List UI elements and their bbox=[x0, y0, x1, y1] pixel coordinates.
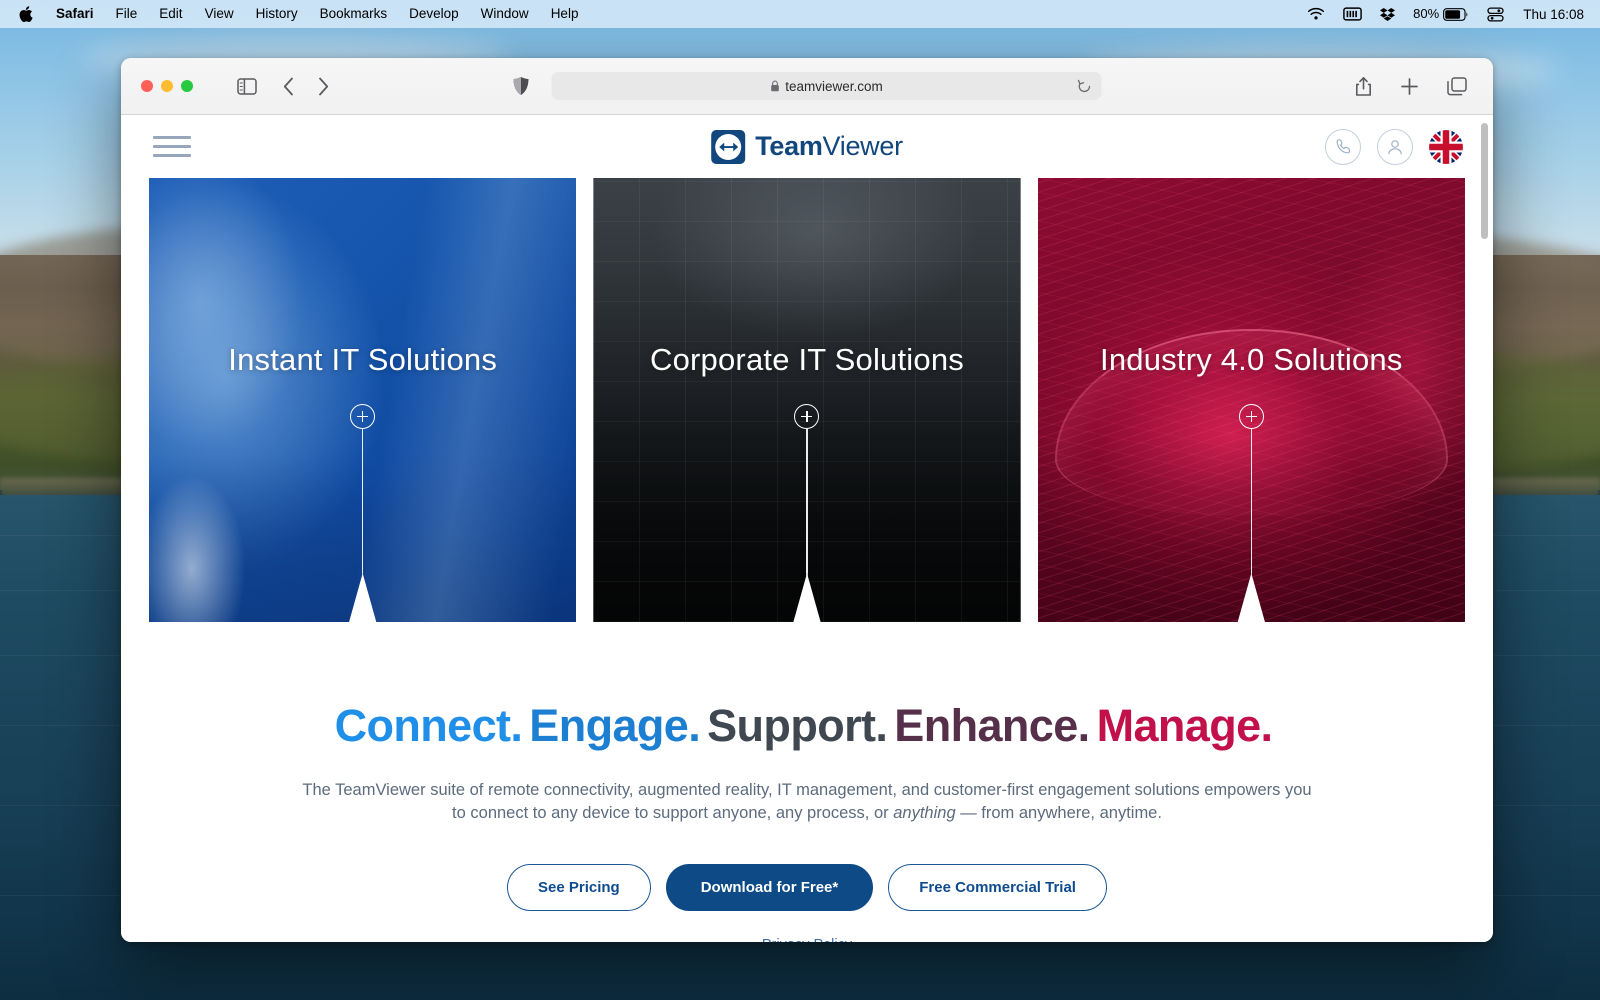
tile-title: Corporate IT Solutions bbox=[649, 342, 964, 377]
headline-word-enhance: Enhance. bbox=[894, 700, 1090, 751]
sidebar-toggle-icon[interactable] bbox=[237, 77, 257, 95]
tile-title: Industry 4.0 Solutions bbox=[1100, 342, 1403, 377]
brand-light: Viewer bbox=[822, 131, 904, 161]
tab-overview-icon[interactable] bbox=[1447, 76, 1467, 96]
teamviewer-logo[interactable]: TeamViewer bbox=[711, 129, 903, 164]
menu-bar-status-items: 80% Thu 16:08 bbox=[1298, 0, 1600, 28]
url-text: teamviewer.com bbox=[785, 78, 883, 94]
menu-item-history[interactable]: History bbox=[245, 0, 309, 28]
macos-menu-bar: Safari File Edit View History Bookmarks … bbox=[0, 0, 1600, 28]
menu-item-edit[interactable]: Edit bbox=[148, 0, 193, 28]
tile-industry-40-solutions[interactable]: Industry 4.0 Solutions bbox=[1037, 178, 1465, 622]
menu-item-file[interactable]: File bbox=[105, 0, 149, 28]
tile-connector-line bbox=[1250, 429, 1253, 619]
uk-flag-icon[interactable] bbox=[1429, 129, 1463, 164]
download-for-free-button[interactable]: Download for Free* bbox=[665, 863, 874, 911]
minimize-button[interactable] bbox=[161, 80, 173, 92]
keyboard-brightness-icon[interactable] bbox=[1334, 7, 1371, 21]
dropbox-icon[interactable] bbox=[1371, 7, 1404, 22]
tile-corporate-it-solutions[interactable]: Corporate IT Solutions bbox=[593, 178, 1021, 622]
teamviewer-arrows-icon bbox=[711, 129, 746, 164]
zoom-button[interactable] bbox=[181, 80, 193, 92]
tile-instant-it-solutions[interactable]: Instant IT Solutions bbox=[149, 178, 577, 622]
address-bar-area: teamviewer.com bbox=[513, 72, 1102, 100]
menu-item-help[interactable]: Help bbox=[540, 0, 590, 28]
menu-item-view[interactable]: View bbox=[194, 0, 245, 28]
control-center-icon[interactable] bbox=[1478, 6, 1513, 22]
forward-chevron-icon[interactable] bbox=[318, 77, 329, 96]
headline-word-manage: Manage. bbox=[1096, 700, 1273, 751]
toolbar-right-actions bbox=[1355, 76, 1493, 97]
subtext-emphasis: anything bbox=[893, 804, 956, 823]
share-icon[interactable] bbox=[1355, 76, 1372, 97]
safari-toolbar: teamviewer.com bbox=[121, 58, 1493, 115]
page-headline: Connect. Engage. Support. Enhance. Manage. bbox=[121, 700, 1493, 752]
page-scrollbar[interactable] bbox=[1481, 123, 1488, 239]
site-header-actions bbox=[1325, 128, 1463, 165]
subtext-line-2b: — from anywhere, anytime. bbox=[955, 804, 1162, 823]
battery-status[interactable]: 80% bbox=[1404, 0, 1478, 28]
brand-bold: Team bbox=[755, 131, 823, 161]
plus-circle-icon[interactable] bbox=[794, 404, 820, 429]
user-account-icon[interactable] bbox=[1377, 128, 1413, 165]
safari-window: teamviewer.com TeamViewer Instant IT Sol… bbox=[121, 58, 1493, 942]
tile-title: Instant IT Solutions bbox=[228, 342, 498, 377]
privacy-policy-link[interactable]: Privacy Policy bbox=[762, 937, 852, 942]
url-input[interactable]: teamviewer.com bbox=[551, 72, 1102, 100]
back-chevron-icon[interactable] bbox=[283, 77, 294, 96]
tile-expand-control[interactable] bbox=[350, 404, 376, 619]
site-header: TeamViewer bbox=[121, 115, 1493, 178]
headline-word-support: Support. bbox=[707, 700, 888, 751]
navigation-buttons bbox=[283, 77, 329, 96]
plus-circle-icon[interactable] bbox=[1238, 404, 1264, 429]
menu-item-safari[interactable]: Safari bbox=[45, 0, 105, 28]
tile-connector-line bbox=[361, 429, 364, 619]
web-page-content: TeamViewer Instant IT Solutions Corporat… bbox=[121, 115, 1493, 942]
cta-button-row: See Pricing Download for Free* Free Comm… bbox=[121, 863, 1493, 911]
window-traffic-lights bbox=[121, 80, 193, 92]
battery-percent-label: 80% bbox=[1413, 6, 1440, 21]
tile-expand-control[interactable] bbox=[1238, 404, 1264, 619]
subtext-line-1: The TeamViewer suite of remote connectiv… bbox=[302, 781, 1281, 799]
headline-word-engage: Engage. bbox=[529, 700, 701, 751]
hero-solution-tiles: Instant IT Solutions Corporate IT Soluti… bbox=[121, 178, 1493, 622]
new-tab-plus-icon[interactable] bbox=[1400, 77, 1419, 96]
reload-icon[interactable] bbox=[1077, 79, 1092, 94]
free-commercial-trial-button[interactable]: Free Commercial Trial bbox=[888, 863, 1107, 911]
menu-bar-clock[interactable]: Thu 16:08 bbox=[1513, 7, 1586, 22]
tile-connector-line bbox=[806, 429, 808, 619]
tile-expand-control[interactable] bbox=[794, 404, 820, 619]
apple-logo-icon[interactable] bbox=[16, 5, 45, 23]
menu-item-bookmarks[interactable]: Bookmarks bbox=[309, 0, 399, 28]
menu-item-window[interactable]: Window bbox=[470, 0, 540, 28]
hamburger-menu-icon[interactable] bbox=[149, 132, 195, 161]
menu-item-develop[interactable]: Develop bbox=[398, 0, 470, 28]
headline-word-connect: Connect. bbox=[334, 700, 523, 751]
brand-wordmark: TeamViewer bbox=[755, 131, 903, 162]
marketing-subtext: The TeamViewer suite of remote connectiv… bbox=[302, 779, 1312, 826]
see-pricing-button[interactable]: See Pricing bbox=[507, 863, 651, 911]
lock-icon bbox=[770, 80, 779, 92]
phone-icon[interactable] bbox=[1325, 128, 1361, 165]
wifi-icon[interactable] bbox=[1298, 7, 1334, 21]
privacy-report-shield-icon[interactable] bbox=[513, 76, 530, 96]
menu-bar-items: Safari File Edit View History Bookmarks … bbox=[0, 0, 589, 28]
plus-circle-icon[interactable] bbox=[350, 404, 376, 429]
close-button[interactable] bbox=[141, 80, 153, 92]
marketing-section: Connect. Engage. Support. Enhance. Manage. T… bbox=[121, 622, 1493, 942]
